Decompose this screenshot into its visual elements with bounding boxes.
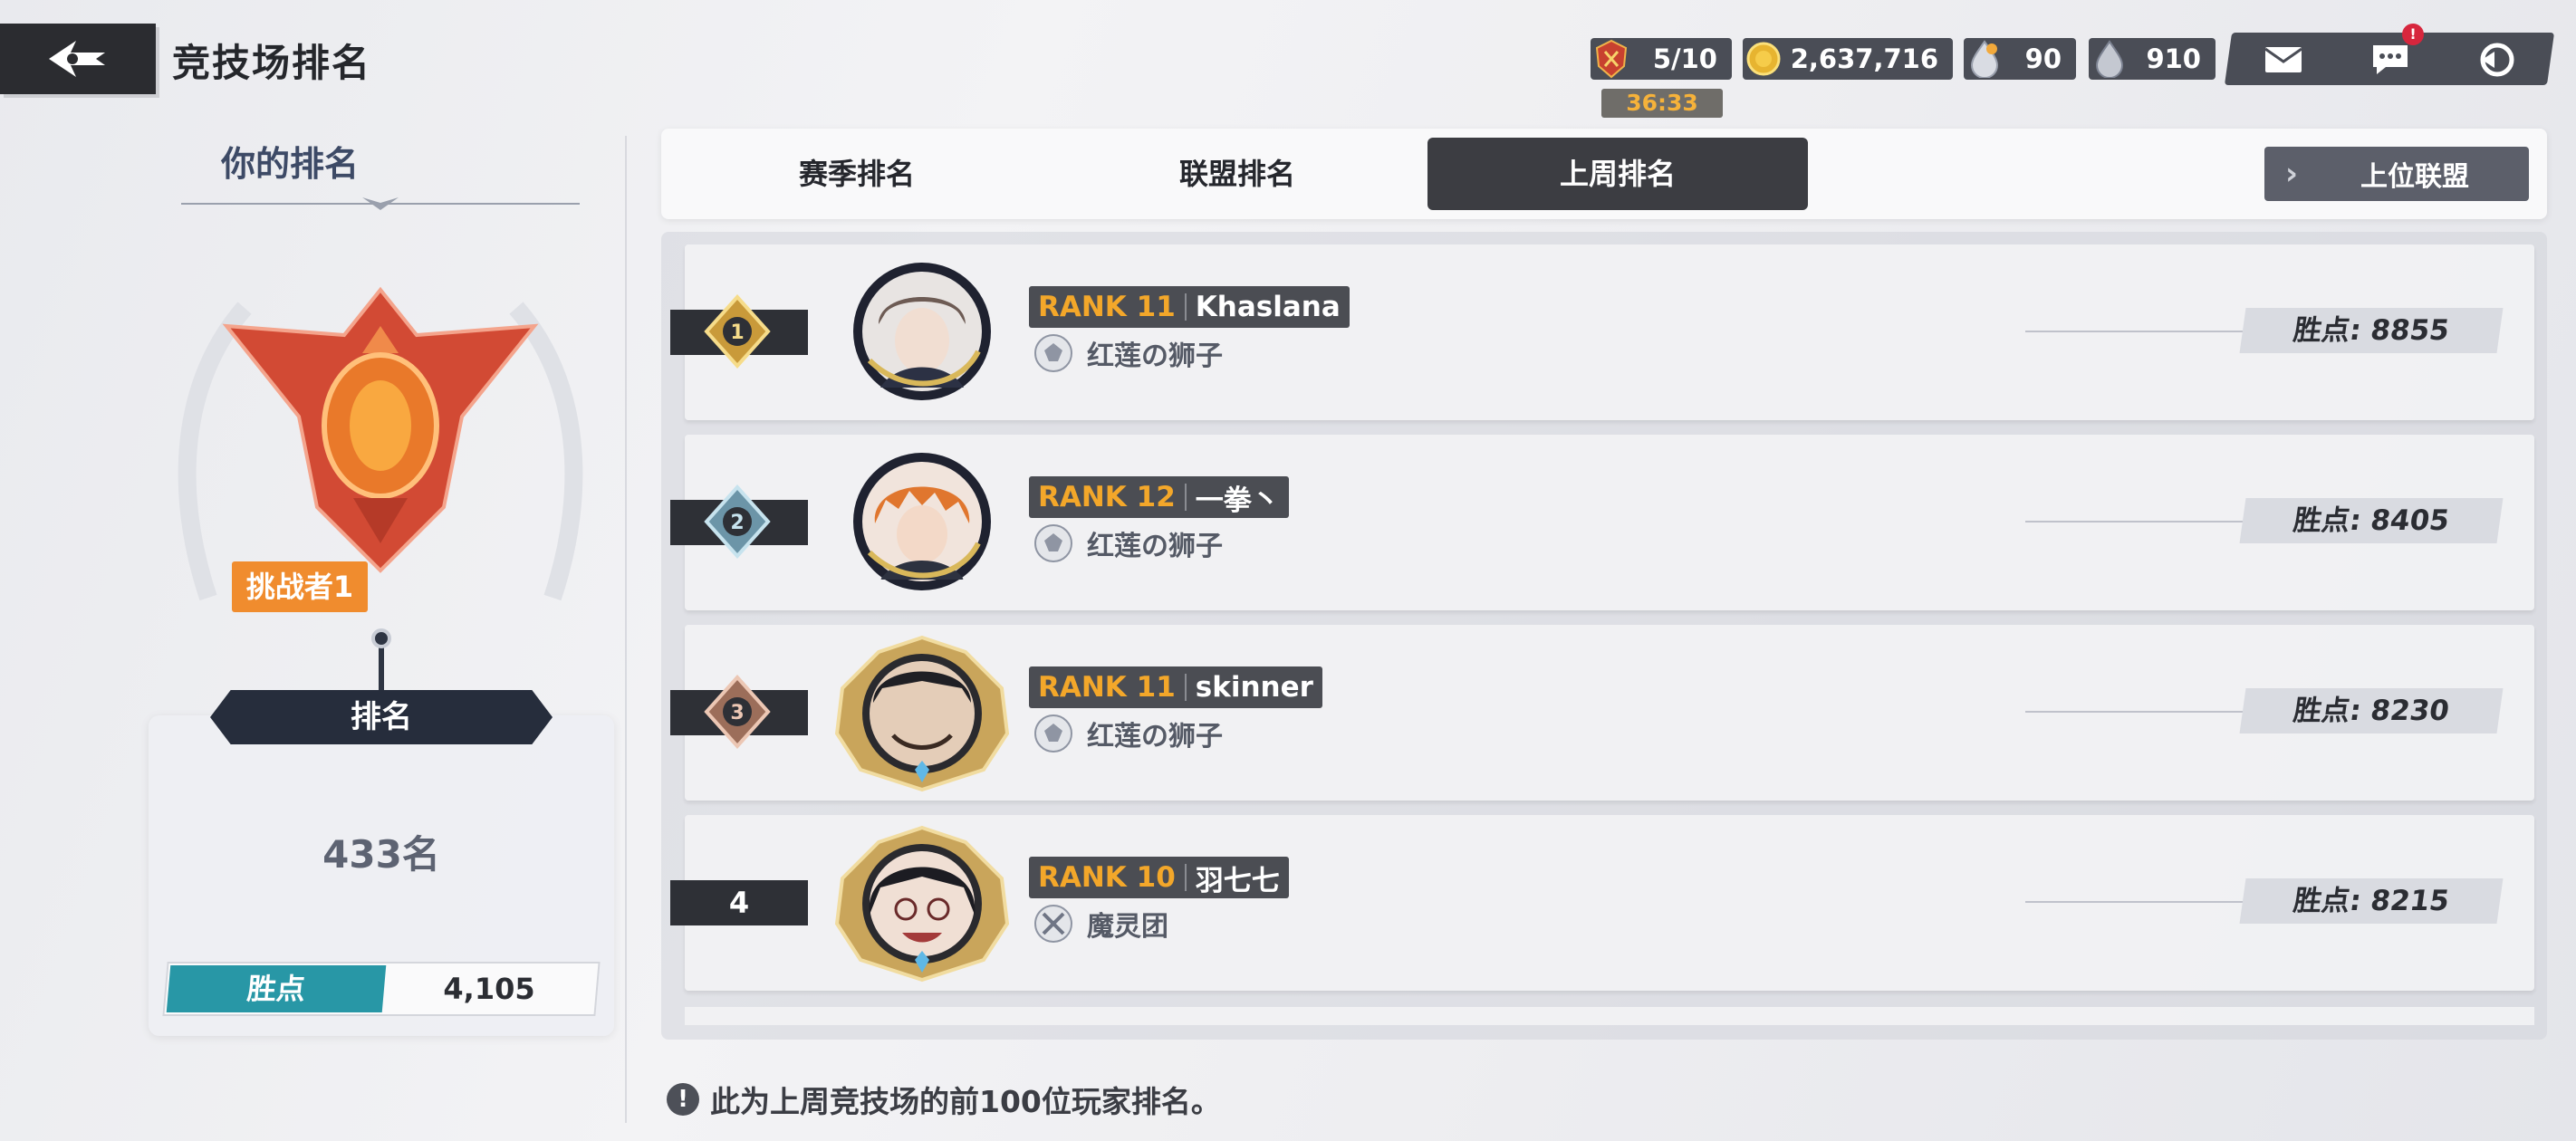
points-value: 4,105 [443, 972, 535, 1006]
panel-divider [625, 136, 627, 1123]
guild-emblem-icon [1034, 714, 1072, 753]
rank-number-tag: 4 [670, 880, 808, 925]
medal-rank-number: 3 [730, 702, 744, 724]
player-level: RANK 11 [1038, 291, 1176, 323]
score-divider [2025, 711, 2243, 713]
score-divider [2025, 331, 2243, 332]
player-name: Khaslana [1195, 291, 1341, 323]
title-ornament [181, 197, 580, 210]
tab-last-week-ranking[interactable]: 上周排名 [1427, 138, 1808, 210]
player-level: RANK 11 [1038, 671, 1176, 704]
gold-counter[interactable]: 2,637,716 [1743, 38, 1953, 80]
chevron-right-icon: › [2284, 156, 2298, 192]
name-separator [1184, 293, 1187, 321]
player-name: 羽七七 [1195, 864, 1280, 897]
player-name-tag: RANK 11 skinner [1029, 666, 1322, 708]
ranking-row-5-partial[interactable] [685, 1007, 2534, 1025]
water-value: 910 [2146, 43, 2201, 74]
score-divider [2025, 901, 2243, 903]
player-avatar[interactable] [851, 451, 993, 592]
mana-counter[interactable]: 90 [1964, 38, 2076, 80]
notification-badge: ! [2402, 24, 2424, 45]
medal-rank-number: 1 [730, 321, 744, 344]
ticket-timer: 36:33 [1601, 89, 1723, 118]
player-name: skinner [1195, 671, 1313, 704]
chat-icon [2373, 45, 2408, 74]
blue-rank-medal-icon: 2 [704, 484, 771, 559]
guild-emblem-icon [1034, 524, 1072, 562]
points-label: 胜点 [166, 965, 387, 1012]
tab-season-ranking[interactable]: 赛季排名 [667, 138, 1047, 210]
name-separator [1184, 674, 1187, 701]
mana-drop-icon [1964, 38, 2005, 80]
guild-info: 红莲の狮子 [1033, 522, 1223, 565]
player-name-tag: RANK 11 Khaslana [1029, 286, 1350, 328]
gold-rank-medal-icon: 1 [704, 294, 771, 369]
gold-value: 2,637,716 [1790, 43, 1938, 74]
mail-icon [2264, 47, 2302, 72]
score-value: 胜点: 8215 [2239, 878, 2504, 924]
water-counter[interactable]: 910 [2089, 38, 2216, 80]
guild-info: 魔灵团 [1033, 902, 1168, 945]
gold-coin-icon [1743, 38, 1784, 80]
player-level: RANK 12 [1038, 481, 1176, 513]
info-icon: ! [667, 1083, 699, 1116]
upper-league-button[interactable]: › 上位联盟 [2264, 147, 2529, 201]
score-value: 胜点: 8230 [2239, 688, 2504, 734]
arena-ticket-counter[interactable]: 5/10 [1591, 38, 1732, 80]
footer-note-text: 此为上周竞技场的前100位玩家排名。 [710, 1084, 1221, 1119]
player-level: RANK 10 [1038, 861, 1176, 894]
guild-name: 红莲の狮子 [1087, 531, 1223, 562]
name-separator [1184, 484, 1187, 511]
player-name: 一拳丶 [1195, 484, 1280, 517]
rank-header: 排名 [210, 690, 553, 744]
guild-emblem-icon [1034, 334, 1072, 372]
your-rank-value: 433名 [322, 832, 440, 877]
your-rank-title: 你的排名 [220, 144, 359, 184]
score-value: 胜点: 8405 [2239, 498, 2504, 543]
footer-note: ! 此为上周竞技场的前100位玩家排名。 [667, 1078, 1221, 1121]
bronze-rank-medal-icon: 3 [704, 675, 771, 749]
tab-league-ranking[interactable]: 联盟排名 [1047, 138, 1427, 210]
player-avatar[interactable] [830, 634, 1014, 793]
page-title: 竞技场排名 [172, 41, 372, 85]
guild-name: 红莲の狮子 [1087, 721, 1223, 753]
arena-ticket-value: 5/10 [1652, 43, 1717, 74]
guild-name: 红莲の狮子 [1087, 340, 1223, 372]
guild-info: 红莲の狮子 [1033, 331, 1223, 375]
exit-button[interactable] [2456, 36, 2538, 83]
exit-icon [2480, 43, 2514, 77]
mail-button[interactable] [2243, 36, 2324, 83]
player-name-tag: RANK 10 羽七七 [1029, 857, 1289, 898]
player-name-tag: RANK 12 一拳丶 [1029, 476, 1289, 518]
player-avatar[interactable] [851, 261, 993, 402]
score-divider [2025, 521, 2243, 523]
arena-ticket-icon [1591, 38, 1632, 80]
score-value: 胜点: 8855 [2239, 308, 2504, 353]
tier-badge: 挑战者1 [232, 561, 368, 612]
upper-league-label: 上位联盟 [2360, 161, 2469, 193]
water-drop-icon [2089, 38, 2130, 80]
back-button[interactable] [0, 24, 156, 94]
guild-name: 魔灵团 [1087, 911, 1168, 943]
back-arrow-icon [49, 41, 105, 77]
guild-info: 红莲の狮子 [1033, 712, 1223, 755]
player-avatar[interactable] [830, 824, 1014, 983]
rank-stem-dot [371, 628, 391, 648]
medal-rank-number: 2 [730, 512, 744, 534]
name-separator [1184, 864, 1187, 891]
guild-swords-icon [1034, 905, 1072, 943]
mana-value: 90 [2024, 43, 2062, 74]
